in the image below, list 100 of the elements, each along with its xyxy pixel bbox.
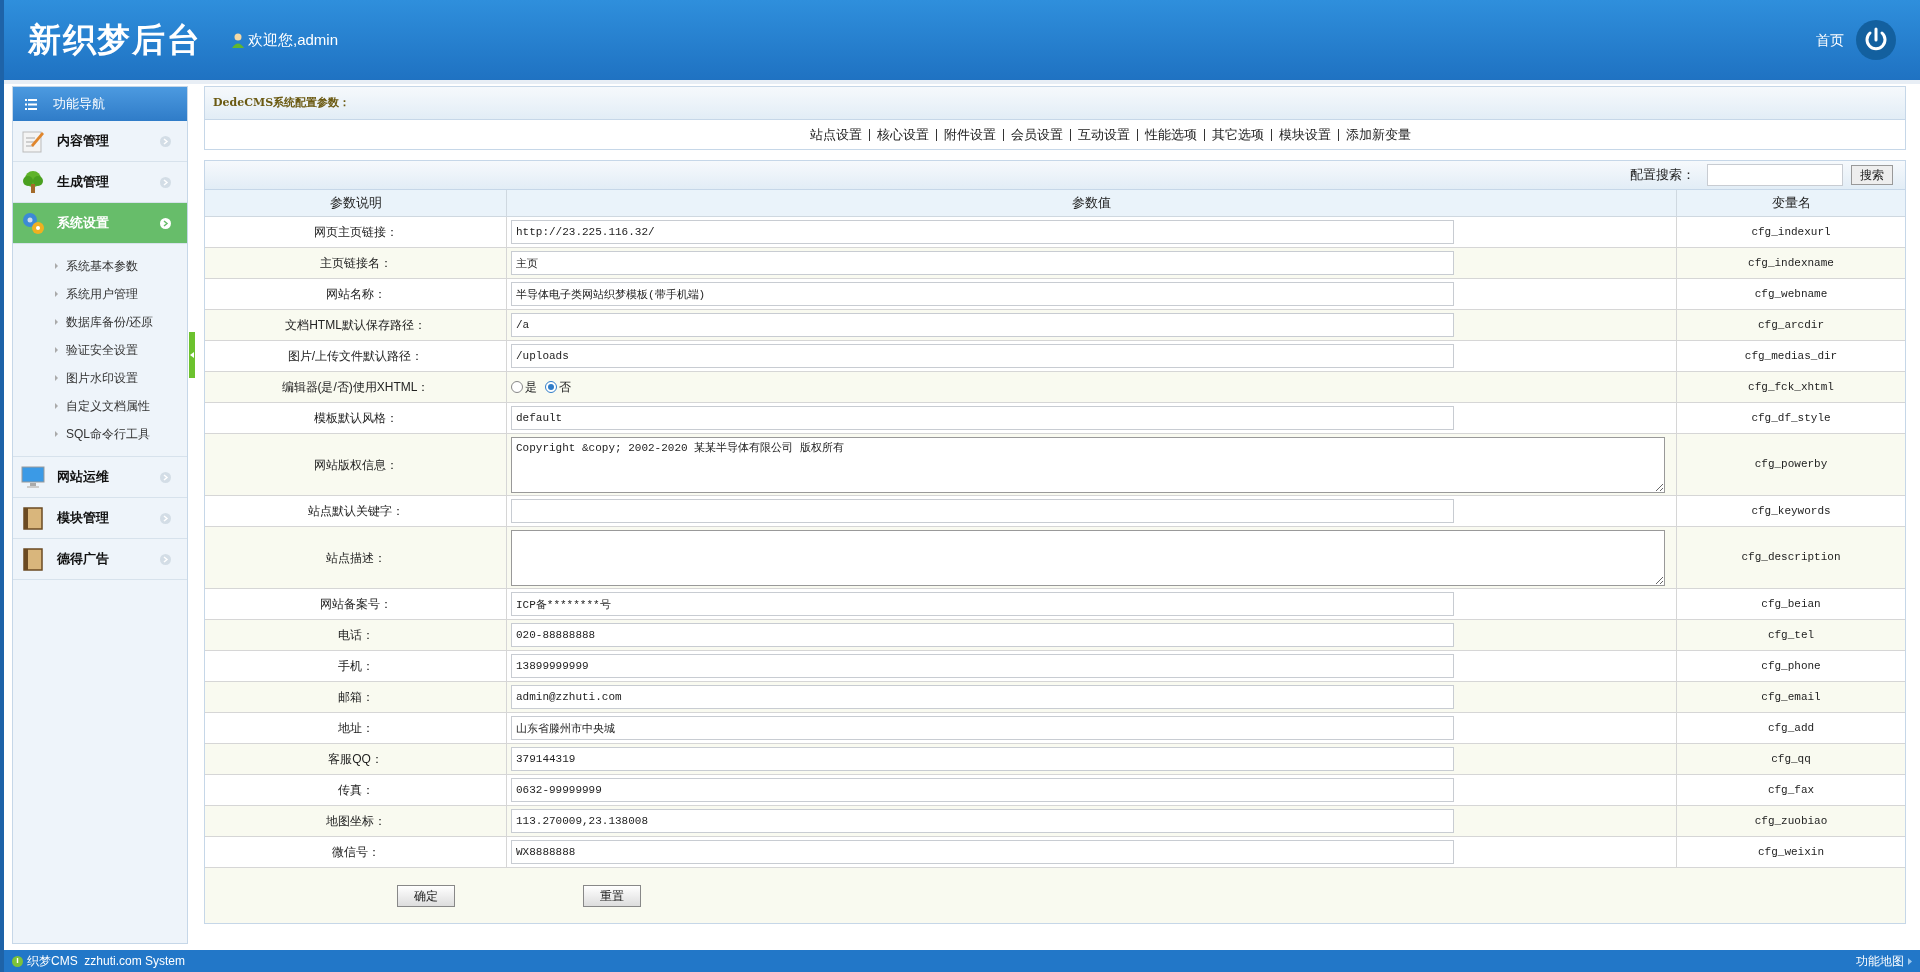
setting-label: 主页链接名： — [205, 248, 507, 278]
setting-label: 编辑器(是/否)使用XHTML： — [205, 372, 507, 402]
gears-icon — [21, 211, 45, 235]
setting-label: 模板默认风格： — [205, 403, 507, 433]
collapse-handle[interactable] — [189, 332, 195, 378]
caret-icon — [55, 375, 58, 381]
text-field[interactable]: 0632-99999999 — [511, 778, 1454, 802]
variable-name: cfg_indexname — [1747, 255, 1835, 271]
panel-title: DedeCMS系统配置参数： — [213, 94, 351, 111]
variable-name: cfg_qq — [1770, 751, 1812, 767]
setting-label: 网站版权信息： — [205, 434, 507, 495]
setting-label: 微信号： — [205, 837, 507, 867]
chevron-icon — [160, 512, 171, 524]
text-field[interactable]: admin@zzhuti.com — [511, 685, 1454, 709]
caret-icon — [55, 319, 58, 325]
caret-icon — [55, 347, 58, 353]
settings-tab-link[interactable]: 其它选项 — [1211, 124, 1264, 145]
settings-tab-link[interactable]: 站点设置 — [809, 124, 862, 145]
search-label: 配置搜索： — [1630, 166, 1695, 185]
text-field[interactable]: 020-88888888 — [511, 623, 1454, 647]
settings-tab-link[interactable]: 附件设置 — [943, 124, 996, 145]
logo-text: 新织梦后台 — [28, 20, 203, 61]
settings-tab-link[interactable]: 互动设置 — [1077, 124, 1130, 145]
setting-label: 站点描述： — [205, 527, 507, 588]
text-field[interactable] — [511, 499, 1454, 523]
setting-label: 邮箱： — [205, 682, 507, 712]
settings-tab-link[interactable]: 性能选项 — [1144, 124, 1197, 145]
info-icon — [12, 955, 23, 967]
caret-icon — [55, 403, 58, 409]
text-field[interactable]: 379144319 — [511, 747, 1454, 771]
variable-name: cfg_medias_dir — [1743, 348, 1839, 364]
text-field[interactable]: /a — [511, 313, 1454, 337]
chevron-icon — [160, 176, 171, 188]
caret-icon — [55, 431, 58, 437]
submenu-item[interactable]: 系统基本参数 — [13, 252, 187, 280]
monitor-icon — [21, 465, 45, 489]
list-icon — [25, 98, 37, 110]
text-field[interactable]: 主页 — [511, 251, 1454, 275]
column-header: 参数说明 — [205, 190, 507, 216]
chevron-icon — [160, 553, 171, 565]
setting-label: 文档HTML默认保存路径： — [205, 310, 507, 340]
variable-name: cfg_email — [1760, 689, 1822, 705]
sitemap-link[interactable]: 功能地图 — [1856, 952, 1904, 970]
nav-item[interactable]: 内容管理 — [13, 121, 187, 162]
variable-name: cfg_webname — [1753, 286, 1829, 302]
variable-name: cfg_indexurl — [1750, 224, 1832, 240]
text-field[interactable]: 山东省滕州市中央城 — [511, 716, 1454, 740]
radio-option[interactable]: 否 — [545, 378, 571, 396]
setting-label: 传真： — [205, 775, 507, 805]
column-header: 变量名 — [1770, 194, 1812, 213]
variable-name: cfg_zuobiao — [1753, 813, 1829, 829]
chevron-icon — [160, 135, 171, 147]
ok-button[interactable]: 确定 — [397, 884, 455, 907]
setting-label: 网站备案号： — [205, 589, 507, 619]
settings-tab-link[interactable]: 添加新变量 — [1345, 124, 1411, 145]
text-field[interactable]: 13899999999 — [511, 654, 1454, 678]
power-icon[interactable] — [1856, 20, 1896, 60]
setting-label: 手机： — [205, 651, 507, 681]
user-icon — [232, 32, 244, 48]
text-field[interactable]: http://23.225.116.32/ — [511, 220, 1454, 244]
radio-option[interactable]: 是 — [511, 378, 537, 396]
sidebar-heading: 功能导航 — [53, 95, 105, 114]
tree-icon — [21, 170, 45, 194]
submenu-item[interactable]: SQL命令行工具 — [13, 420, 187, 448]
text-field[interactable]: WX8888888 — [511, 840, 1454, 864]
setting-label: 地址： — [205, 713, 507, 743]
search-button[interactable]: 搜索 — [1851, 165, 1893, 185]
notepad-icon — [21, 129, 45, 153]
variable-name: cfg_weixin — [1757, 844, 1825, 860]
text-field[interactable]: ICP备********号 — [511, 592, 1454, 616]
variable-name: cfg_add — [1766, 720, 1816, 736]
submenu-item[interactable]: 自定义文档属性 — [13, 392, 187, 420]
setting-label: 电话： — [205, 620, 507, 650]
submenu-item[interactable]: 图片水印设置 — [13, 364, 187, 392]
settings-tab-link[interactable]: 会员设置 — [1010, 124, 1063, 145]
submenu-item[interactable]: 数据库备份/还原 — [13, 308, 187, 336]
text-field[interactable]: /uploads — [511, 344, 1454, 368]
settings-tab-link[interactable]: 核心设置 — [876, 124, 929, 145]
setting-label: 地图坐标： — [205, 806, 507, 836]
variable-name: cfg_phone — [1760, 658, 1822, 674]
submenu-item[interactable]: 系统用户管理 — [13, 280, 187, 308]
text-area[interactable]: Copyright &copy; 2002-2020 某某半导体有限公司 版权所有 — [511, 436, 1665, 493]
nav-item[interactable]: 模块管理 — [13, 498, 187, 539]
settings-tab-link[interactable]: 模块设置 — [1278, 124, 1331, 145]
setting-label: 网页主页链接： — [205, 217, 507, 247]
book-icon — [21, 506, 45, 530]
search-field[interactable] — [1707, 164, 1843, 186]
book-icon — [21, 547, 45, 571]
reset-button[interactable]: 重置 — [583, 884, 641, 907]
text-field[interactable]: default — [511, 406, 1454, 430]
variable-name: cfg_tel — [1766, 627, 1816, 643]
nav-item[interactable]: 德得广告 — [13, 539, 187, 580]
home-link[interactable]: 首页 — [1816, 29, 1844, 51]
text-field[interactable]: 半导体电子类网站织梦模板(带手机端) — [511, 282, 1454, 306]
submenu-item[interactable]: 验证安全设置 — [13, 336, 187, 364]
text-field[interactable]: 113.270009,23.138008 — [511, 809, 1454, 833]
nav-item[interactable]: 网站运维 — [13, 457, 187, 498]
variable-name: cfg_description — [1740, 550, 1842, 566]
text-area[interactable] — [511, 529, 1665, 586]
chevron-icon — [160, 217, 171, 229]
